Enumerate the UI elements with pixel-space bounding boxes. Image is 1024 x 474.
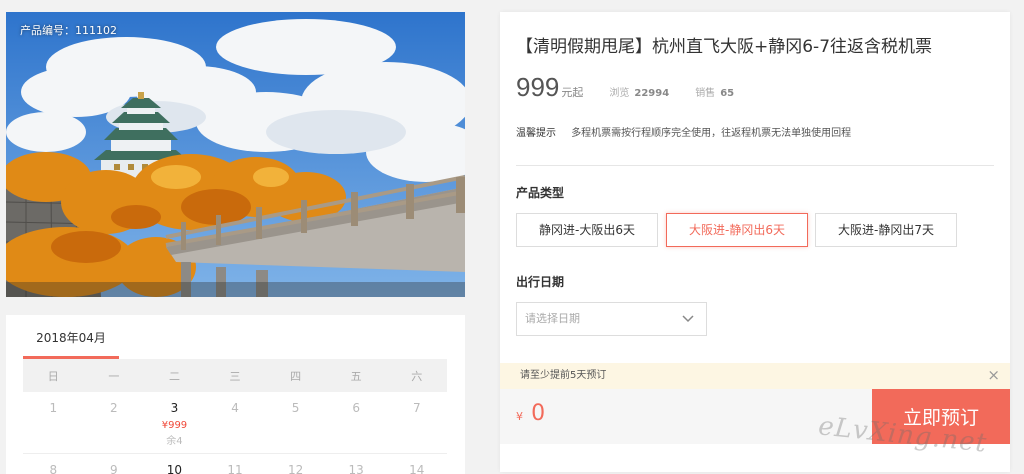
views-label: 浏览 (609, 88, 630, 99)
notice-row: 温馨提示 多程机票需按行程顺序完全使用，往返程机票无法单独使用回程 (516, 124, 851, 139)
weekday-mon: 一 (108, 370, 120, 383)
product-photo: 产品编号：111102 (6, 12, 465, 297)
notice-text: 多程机票需按行程顺序完全使用，往返程机票无法单独使用回程 (571, 128, 852, 139)
calendar-day: 1 (49, 401, 58, 415)
weekday-wed: 三 (229, 370, 241, 383)
product-type-label: 产品类型 (516, 186, 565, 200)
calendar-day: 7 (412, 401, 421, 415)
travel-date-label: 出行日期 (516, 275, 565, 289)
product-option-1[interactable]: 静冈进-大阪出6天 (516, 213, 658, 247)
calendar-day: 11 (227, 463, 243, 474)
calendar-day: 4 (231, 401, 239, 415)
close-icon[interactable]: × (987, 363, 1000, 388)
product-title: 【清明假期甩尾】杭州直飞大阪+静冈6-7往返含税机票 (516, 37, 933, 57)
sales-label: 销售 (695, 88, 716, 99)
calendar-weekday-header: 日 一 二 三 四 五 六 (23, 359, 447, 392)
price-value: 999 (516, 72, 560, 102)
calendar-day-price: ¥999 (161, 420, 188, 431)
booking-tip-bar: 请至少提前5天预订 × (500, 363, 1010, 389)
calendar-day: 13 (348, 463, 364, 474)
date-placeholder: 请选择日期 (525, 312, 580, 325)
calendar-week-row: 8 9 10 11 12 13 14 (23, 454, 447, 474)
calendar-day: 2 (110, 401, 118, 415)
weekday-sat: 六 (411, 370, 423, 383)
currency-symbol: ¥ (516, 410, 523, 423)
product-detail-panel: 【清明假期甩尾】杭州直飞大阪+静冈6-7往返含税机票 999 元起 浏览 229… (500, 12, 1010, 472)
price-unit: 元起 (561, 86, 584, 99)
calendar-day: 5 (291, 401, 300, 415)
calendar-day-number: 3 (170, 401, 179, 415)
weekday-fri: 五 (350, 370, 362, 383)
weekday-tue: 二 (168, 370, 180, 383)
product-code: 产品编号：111102 (20, 24, 117, 37)
divider (516, 165, 994, 166)
calendar-day: 8 (49, 463, 58, 474)
calendar-day: 9 (110, 463, 118, 474)
calendar-day: 6 (352, 401, 360, 415)
calendar-day-stock: 余4 (166, 436, 183, 447)
price-row: 999 元起 浏览 22994 销售 65 (516, 72, 734, 103)
weekday-sun: 日 (47, 370, 59, 383)
notice-label: 温馨提示 (516, 128, 556, 139)
calendar-day: 12 (287, 463, 304, 474)
calendar: 2018年04月 日 一 二 三 四 五 六 1 2 3 ¥999 余4 4 5… (6, 315, 465, 474)
calendar-month-tab[interactable]: 2018年04月 (23, 315, 119, 359)
weekday-thu: 四 (290, 370, 302, 383)
sales-count: 65 (720, 88, 735, 99)
calendar-day: 14 (409, 463, 425, 474)
product-option-3[interactable]: 大阪进-静冈出7天 (815, 213, 957, 247)
views-count: 22994 (634, 88, 670, 99)
chevron-down-icon (682, 315, 694, 323)
calendar-week-row: 1 2 3 ¥999 余4 4 5 6 7 (23, 392, 447, 454)
total-price: ¥ 0 (516, 401, 545, 426)
calendar-day-available[interactable]: 3 ¥999 余4 (144, 392, 205, 453)
product-option-2-selected[interactable]: 大阪进-静冈出6天 (666, 213, 808, 247)
calendar-day-available[interactable]: 10 (144, 454, 205, 474)
osaka-castle-image (6, 12, 465, 297)
travel-date-select[interactable]: 请选择日期 (516, 302, 707, 336)
total-amount: 0 (531, 401, 546, 426)
booking-tip-text: 请至少提前5天预订 (520, 370, 607, 381)
